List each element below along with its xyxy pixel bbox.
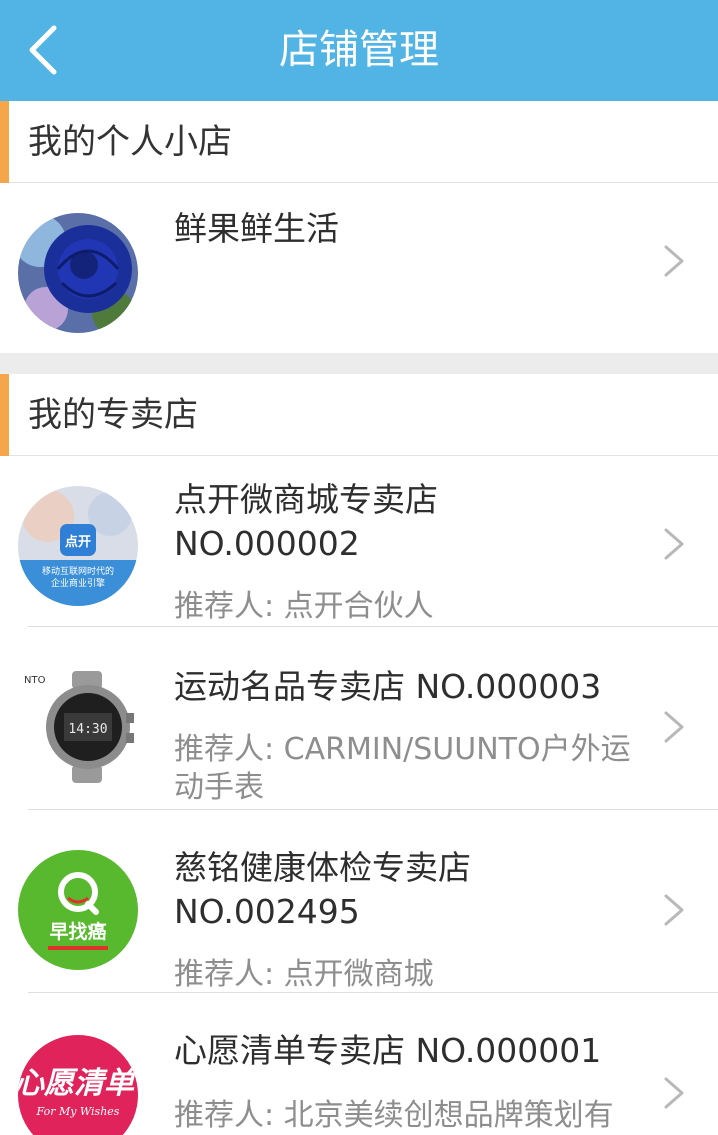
chevron-right-icon [664,711,684,743]
top-bar: 店铺管理 [0,0,718,101]
store-row[interactable]: 心愿清单 For My Wishes 心愿清单专卖店 NO.000001 推荐人… [0,993,718,1135]
section-title-personal: 我的个人小店 [28,122,232,162]
store-logo: 早找癌 [18,850,138,970]
store-name: 点开微商城专卖店 NO.000002 [174,480,438,563]
store-row[interactable]: 点开 移动互联网时代的 企业商业引擎 点开微商城专卖店 NO.000002 推荐… [0,456,718,626]
shop-name: 鲜果鲜生活 [174,209,339,248]
section-accent-bar [0,374,9,456]
store-logo: 点开 移动互联网时代的 企业商业引擎 [18,486,138,606]
store-name: 心愿清单专卖店 NO.000001 [174,1031,602,1070]
store-row[interactable]: NTO 14:30 运动名品专卖店 NO.000003 推荐人: CARMIN/… [0,627,718,809]
store-logo-text: NTO [24,675,46,686]
store-logo-text: 早找癌 [49,920,106,943]
section-header-personal: 我的个人小店 [0,101,718,183]
store-logo-text: 心愿清单 [18,1066,136,1101]
store-logo-subtext: For My Wishes [36,1105,120,1118]
chevron-right-icon [664,245,684,277]
section-header-specialty: 我的专卖店 [0,374,718,456]
store-logo-subtext: 移动互联网时代的 [42,565,114,577]
store-referrer: 推荐人: CARMIN/SUUNTO户外运动手表 [174,732,631,805]
store-referrer: 推荐人: 点开微商城 [174,957,434,992]
store-name: 慈铭健康体检专卖店 NO.002495 [174,848,471,931]
store-logo: NTO 14:30 [18,667,138,787]
shop-avatar [18,213,138,333]
section-gap [0,353,718,374]
store-logo-subtext: 企业商业引擎 [51,577,105,589]
chevron-right-icon [664,528,684,560]
chevron-right-icon [664,894,684,926]
chevron-right-icon [664,1077,684,1109]
store-referrer: 推荐人: 北京美续创想品牌策划有 [174,1098,614,1133]
store-logo-text: 点开 [65,534,91,550]
store-row[interactable]: 早找癌 慈铭健康体检专卖店 NO.002495 推荐人: 点开微商城 [0,810,718,992]
personal-shop-row[interactable]: 鲜果鲜生活 [0,183,718,353]
store-logo: 心愿清单 For My Wishes [18,1035,138,1135]
store-name: 运动名品专卖店 NO.000003 [174,667,602,706]
section-title-specialty: 我的专卖店 [28,395,198,435]
section-accent-bar [0,101,9,183]
page-title: 店铺管理 [279,27,439,73]
watch-display-text: 14:30 [68,722,107,737]
store-referrer: 推荐人: 点开合伙人 [174,589,434,624]
